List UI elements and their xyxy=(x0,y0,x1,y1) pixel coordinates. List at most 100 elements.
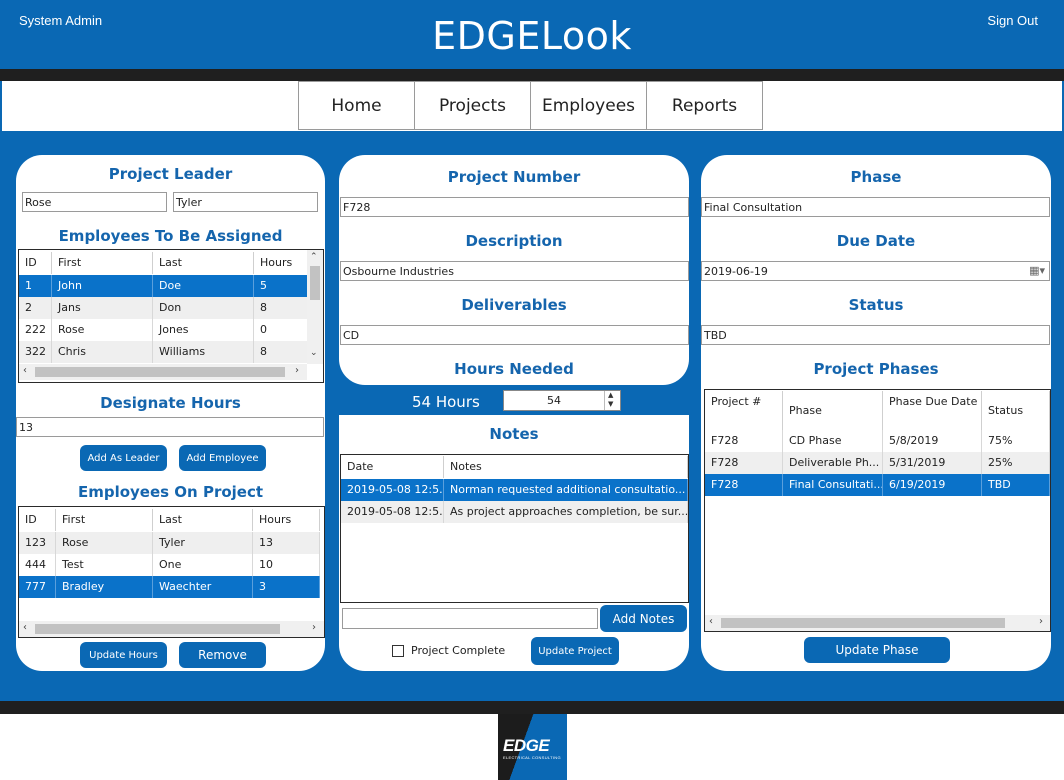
cell-first: Jans xyxy=(52,297,153,319)
horizontal-scrollbar[interactable]: ‹ › xyxy=(19,621,324,637)
column-header[interactable]: Notes xyxy=(444,456,688,478)
cell-last: One xyxy=(153,554,253,576)
table-row[interactable]: 1 John Doe 5 xyxy=(19,275,308,297)
project-phases-heading: Project Phases xyxy=(813,360,939,378)
employees-to-assign-heading: Employees To Be Assigned xyxy=(58,227,283,245)
cell-last: Don xyxy=(153,297,254,319)
scroll-thumb[interactable] xyxy=(721,618,1005,628)
table-row[interactable]: F728 Deliverable Ph... 5/31/2019 25% xyxy=(705,452,1050,474)
table-row[interactable]: 444 Test One 10 xyxy=(19,554,320,576)
column-header[interactable]: Project # xyxy=(705,391,783,431)
table-row[interactable]: 123 Rose Tyler 13 xyxy=(19,532,320,554)
table-row[interactable]: 777 Bradley Waechter 3 xyxy=(19,576,320,598)
cell-status: 75% xyxy=(982,430,1050,452)
cell-id: 2 xyxy=(19,297,52,319)
update-project-button[interactable]: Update Project xyxy=(531,637,619,665)
table-row[interactable]: 2019-05-08 12:5... Norman requested addi… xyxy=(341,479,688,501)
horizontal-scrollbar[interactable]: ‹ › xyxy=(19,364,307,380)
column-header[interactable]: Date xyxy=(341,456,444,478)
phase-heading: Phase xyxy=(850,168,902,186)
column-header[interactable]: Last xyxy=(153,509,253,531)
column-header[interactable]: Hours xyxy=(253,509,320,531)
table-row[interactable]: 2 Jans Don 8 xyxy=(19,297,308,319)
project-complete-checkbox[interactable] xyxy=(392,645,404,657)
scroll-right-icon[interactable]: › xyxy=(312,622,316,633)
scroll-left-icon[interactable]: ‹ xyxy=(23,365,27,376)
scroll-up-icon[interactable]: ⌃ xyxy=(310,252,318,262)
hours-needed-heading: Hours Needed xyxy=(454,360,574,378)
leader-first-name-field[interactable]: Rose xyxy=(22,192,167,212)
nav-reports[interactable]: Reports xyxy=(646,81,763,130)
table-header: Date Notes xyxy=(341,456,688,478)
calendar-icon[interactable]: ▦▾ xyxy=(1029,264,1045,277)
description-field[interactable]: Osbourne Industries xyxy=(340,261,689,281)
scroll-thumb[interactable] xyxy=(35,624,280,634)
column-header[interactable]: First xyxy=(56,509,153,531)
cell-id: 1 xyxy=(19,275,52,297)
stepper-down-icon[interactable]: ▼ xyxy=(608,400,613,408)
deliverables-field[interactable]: CD xyxy=(340,325,689,345)
table-row[interactable]: F728 Final Consultati... 6/19/2019 TBD xyxy=(705,474,1050,496)
cell-last: Doe xyxy=(153,275,254,297)
status-field[interactable]: TBD xyxy=(701,325,1050,345)
cell-hours: 8 xyxy=(254,341,308,363)
column-header[interactable]: Hours xyxy=(254,252,308,274)
employees-on-project-heading: Employees On Project xyxy=(77,483,264,501)
column-header[interactable]: First xyxy=(52,252,153,274)
scroll-left-icon[interactable]: ‹ xyxy=(709,616,713,627)
scroll-down-icon[interactable]: ⌄ xyxy=(310,348,318,358)
cell-id: 777 xyxy=(19,576,56,598)
leader-last-name-field[interactable]: Tyler xyxy=(173,192,318,212)
scroll-thumb[interactable] xyxy=(35,367,285,377)
employees-to-assign-table[interactable]: ID First Last Hours 1 John Doe 5 2 Jans … xyxy=(18,249,324,383)
scroll-thumb[interactable] xyxy=(310,266,320,300)
cell-phase: CD Phase xyxy=(783,430,883,452)
table-row[interactable]: 322 Chris Williams 8 xyxy=(19,341,308,363)
remove-button[interactable]: Remove xyxy=(179,642,266,668)
app-header: System Admin EDGELook Sign Out xyxy=(0,0,1064,69)
table-row[interactable]: 222 Rose Jones 0 xyxy=(19,319,308,341)
nav-employees[interactable]: Employees xyxy=(530,81,647,130)
scroll-right-icon[interactable]: › xyxy=(295,365,299,376)
project-phases-table[interactable]: Project # Phase Phase Due Date Status F7… xyxy=(704,389,1051,632)
status-heading: Status xyxy=(848,296,904,314)
table-row[interactable]: F728 CD Phase 5/8/2019 75% xyxy=(705,430,1050,452)
cell-hours: 13 xyxy=(253,532,320,554)
employees-on-project-table[interactable]: ID First Last Hours 123 Rose Tyler 13 44… xyxy=(18,506,325,638)
notes-table[interactable]: Date Notes 2019-05-08 12:5... Norman req… xyxy=(340,454,689,603)
designate-hours-heading: Designate Hours xyxy=(100,394,241,412)
column-header[interactable]: Phase xyxy=(783,391,883,431)
update-hours-button[interactable]: Update Hours xyxy=(80,642,167,668)
notes-heading: Notes xyxy=(489,425,539,443)
add-as-leader-button[interactable]: Add As Leader xyxy=(80,445,167,471)
new-note-input[interactable] xyxy=(342,608,598,629)
due-date-heading: Due Date xyxy=(836,232,916,250)
column-header[interactable]: ID xyxy=(19,252,52,274)
scroll-right-icon[interactable]: › xyxy=(1039,616,1043,627)
horizontal-scrollbar[interactable]: ‹ › xyxy=(705,615,1050,631)
nav-projects[interactable]: Projects xyxy=(414,81,531,130)
stepper-arrows[interactable]: ▲ ▼ xyxy=(604,391,620,410)
stepper-up-icon[interactable]: ▲ xyxy=(608,391,613,399)
column-header[interactable]: Phase Due Date xyxy=(883,391,982,431)
table-header: ID First Last Hours xyxy=(19,509,320,531)
cell-project: F728 xyxy=(705,430,783,452)
hours-stepper[interactable]: 54 ▲ ▼ xyxy=(503,390,621,411)
project-number-field[interactable]: F728 xyxy=(340,197,689,217)
scroll-left-icon[interactable]: ‹ xyxy=(23,622,27,633)
update-phase-button[interactable]: Update Phase xyxy=(804,637,950,663)
due-date-picker[interactable]: 2019-06-19 ▦▾ xyxy=(701,261,1050,281)
add-employee-button[interactable]: Add Employee xyxy=(179,445,266,471)
phase-field[interactable]: Final Consultation xyxy=(701,197,1050,217)
add-notes-button[interactable]: Add Notes xyxy=(600,605,687,632)
column-header[interactable]: Last xyxy=(153,252,254,274)
cell-hours: 5 xyxy=(254,275,308,297)
column-header[interactable]: ID xyxy=(19,509,56,531)
sign-out-link[interactable]: Sign Out xyxy=(987,13,1038,28)
nav-home[interactable]: Home xyxy=(298,81,415,130)
table-row[interactable]: 2019-05-08 12:5... As project approaches… xyxy=(341,501,688,523)
column-header[interactable]: Status xyxy=(982,391,1050,431)
vertical-scrollbar[interactable]: ⌃ ⌄ xyxy=(307,250,323,364)
project-number-heading: Project Number xyxy=(447,168,581,186)
designate-hours-field[interactable]: 13 xyxy=(16,417,324,437)
